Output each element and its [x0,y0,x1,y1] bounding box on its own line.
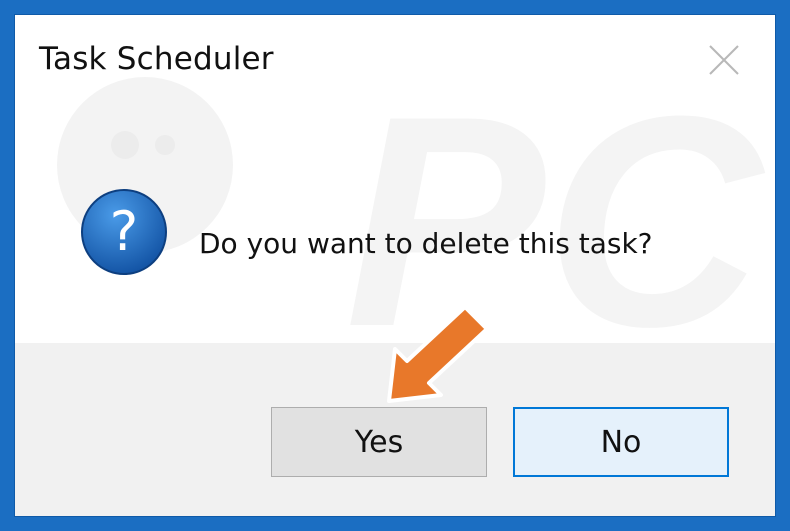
yes-button-label: Yes [354,424,404,460]
close-button[interactable] [697,35,751,81]
svg-text:?: ? [110,200,139,263]
yes-button[interactable]: Yes [271,407,487,477]
screenshot-frame: PC risk.com Task Scheduler ? Do you want… [0,0,790,531]
dialog-message: Do you want to delete this task? [199,227,653,260]
close-icon [709,45,739,75]
no-button-label: No [600,424,642,460]
dialog-title: Task Scheduler [39,41,274,77]
no-button[interactable]: No [513,407,729,477]
task-scheduler-dialog: PC risk.com Task Scheduler ? Do you want… [14,14,776,517]
svg-text:PC: PC [345,53,765,389]
question-icon: ? [81,189,167,275]
